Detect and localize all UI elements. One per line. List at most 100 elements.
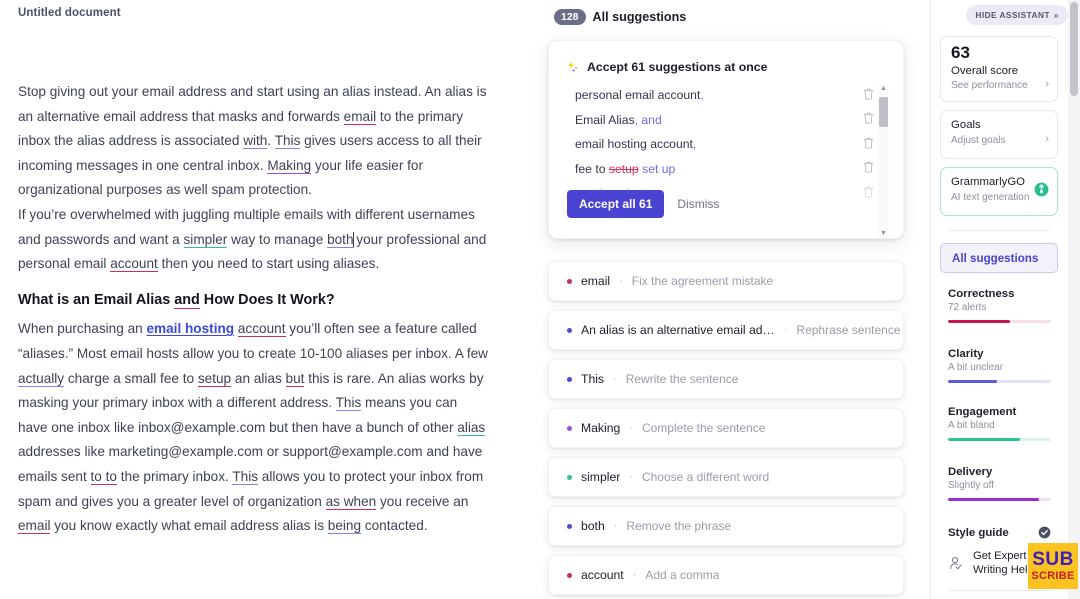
document-text-run: How Does It Work? xyxy=(199,291,335,308)
document-suggestion-underline[interactable]: being xyxy=(327,518,362,535)
document-suggestion-underline[interactable]: actually xyxy=(18,370,65,387)
overall-score-card[interactable]: 63 Overall score See performance › xyxy=(940,36,1058,102)
document-suggestion-underline[interactable]: This xyxy=(274,133,301,150)
assistant-sidebar: HIDE ASSISTANT » 63 Overall score See pe… xyxy=(930,0,1080,599)
suggestion-separator: · xyxy=(613,373,617,385)
document-suggestion-underline[interactable]: with xyxy=(243,133,268,150)
metric-engagement[interactable]: Engagement A bit bland xyxy=(948,406,1051,441)
grammarly-go-card[interactable]: GrammarlyGO AI text generation xyxy=(940,167,1058,216)
suggestion-separator: · xyxy=(613,520,618,532)
suggestion-card[interactable]: This · Rewrite the sentence xyxy=(548,359,904,399)
suggestion-type-dot xyxy=(567,376,572,382)
document-heading[interactable]: What is an Email Alias and How Does It W… xyxy=(18,288,488,313)
suggestion-separator: · xyxy=(632,569,637,581)
document-suggestion-underline[interactable]: This xyxy=(335,395,362,412)
document-suggestion-underline[interactable]: both xyxy=(327,231,354,248)
suggestion-word: An alias is an alternative email ad… xyxy=(581,323,775,337)
delete-suggestion-icon[interactable] xyxy=(862,111,875,128)
suggestion-word: Making xyxy=(581,421,621,435)
delete-suggestion-icon[interactable] xyxy=(862,160,875,177)
document-suggestion-underline[interactable]: account xyxy=(110,256,158,273)
document-suggestion-underline[interactable]: alias xyxy=(457,419,486,436)
scroll-down-arrow-icon[interactable]: ▼ xyxy=(880,230,887,238)
delete-suggestion-icon[interactable] xyxy=(862,185,875,198)
metric-clarity[interactable]: Clarity A bit unclear xyxy=(948,348,1051,383)
document-suggestion-underline[interactable]: email xyxy=(343,108,377,125)
accept-all-row-text: fee to setup set up xyxy=(575,161,676,176)
chevron-right-icon: › xyxy=(1045,78,1049,90)
document-paragraph-2[interactable]: If you’re overwhelmed with juggling mult… xyxy=(18,203,488,277)
document-text-run: the primary inbox. xyxy=(116,468,233,484)
document-suggestion-underline[interactable]: email xyxy=(18,518,51,535)
document-suggestion-underline[interactable]: as when xyxy=(325,493,377,510)
subscribe-overlay-badge: SUB SCRIBE xyxy=(1028,543,1078,589)
accept-all-button[interactable]: Accept all 61 xyxy=(567,190,665,218)
page-scrollbar-thumb[interactable] xyxy=(1070,2,1078,96)
accept-all-row[interactable]: Email Alias, and xyxy=(575,108,875,133)
document-suggestion-underline[interactable]: and xyxy=(174,291,200,309)
sparkle-icon xyxy=(567,61,580,74)
scroll-up-arrow-icon[interactable]: ▲ xyxy=(880,85,887,93)
suggestion-word: both xyxy=(581,519,605,533)
goals-card[interactable]: Goals Adjust goals › xyxy=(940,110,1058,159)
adjust-goals-label: Adjust goals xyxy=(951,135,1006,146)
accept-all-title-row: Accept 61 suggestions at once xyxy=(567,60,767,74)
suggestion-separator: · xyxy=(629,471,633,483)
check-circle-icon xyxy=(1038,526,1051,539)
document-suggestion-underline[interactable]: to to xyxy=(90,468,117,485)
metric-bar xyxy=(948,498,1051,501)
document-suggestion-underline[interactable]: Making xyxy=(267,157,312,174)
suggestion-card[interactable]: both · Remove the phrase xyxy=(548,506,904,546)
style-guide-row[interactable]: Style guide xyxy=(948,526,1051,539)
document-title[interactable]: Untitled document xyxy=(18,7,121,19)
document-suggestion-underline[interactable]: This xyxy=(232,468,259,485)
grammarly-editor-window: Untitled document Stop giving out your e… xyxy=(0,0,1080,599)
suggestion-card[interactable]: An alias is an alternative email ad… · Rep… xyxy=(548,310,904,350)
all-suggestions-button[interactable]: All suggestions xyxy=(940,243,1058,273)
expert-help-line1: Get Expert xyxy=(973,550,1027,562)
document-suggestion-underline[interactable]: but xyxy=(285,370,305,387)
page-scrollbar[interactable] xyxy=(1068,0,1080,599)
hide-assistant-button[interactable]: HIDE ASSISTANT » xyxy=(966,5,1068,25)
metric-correctness[interactable]: Correctness 72 alerts xyxy=(948,288,1051,323)
suggestion-card[interactable]: account · Add a comma xyxy=(548,555,904,595)
suggestion-word: account xyxy=(581,568,624,582)
document-suggestion-underline[interactable]: simpler xyxy=(183,231,228,248)
document-text-run: way to manage xyxy=(227,231,328,247)
suggestion-description: Rewrite the sentence xyxy=(625,372,739,386)
expert-help-text: Get Expert Writing Help xyxy=(973,550,1034,577)
metric-bar xyxy=(948,438,1051,441)
document-paragraph-1[interactable]: Stop giving out your email address and s… xyxy=(18,80,488,203)
accept-all-row[interactable]: email hosting account, xyxy=(575,132,875,157)
document-body[interactable]: Stop giving out your email address and s… xyxy=(18,80,488,539)
delete-suggestion-icon[interactable] xyxy=(862,136,875,153)
accept-all-row[interactable]: fee to setup set up xyxy=(575,157,875,182)
metric-value: 72 alerts xyxy=(948,302,987,313)
goals-title: Goals xyxy=(951,119,981,131)
suggestion-card[interactable]: email · Fix the agreement mistake xyxy=(548,261,904,301)
suggestion-card[interactable]: simpler · Choose a different word xyxy=(548,457,904,497)
scrollbar-thumb[interactable] xyxy=(879,97,888,127)
document-text-run: contacted. xyxy=(361,518,428,534)
overall-score-title: Overall score xyxy=(951,65,1019,77)
suggestion-word: simpler xyxy=(581,470,621,484)
suggestion-description: Complete the sentence xyxy=(641,421,766,435)
document-text-run: What is an Email Alias xyxy=(18,291,175,308)
accept-all-row-text: Email Alias, and xyxy=(575,112,662,127)
delete-suggestion-icon[interactable] xyxy=(862,87,875,104)
document-link[interactable]: email hosting xyxy=(146,321,234,336)
accept-all-title: Accept 61 suggestions at once xyxy=(587,60,768,74)
accept-all-row[interactable]: personal email account, xyxy=(575,83,875,108)
metric-delivery[interactable]: Delivery Slightly off xyxy=(948,466,1051,501)
chevron-double-right-icon: » xyxy=(1053,10,1059,20)
document-suggestion-underline[interactable]: setup xyxy=(197,370,232,387)
document-text-run: an alias xyxy=(231,370,286,386)
subscribe-line1: SUB xyxy=(1032,549,1074,570)
dismiss-button[interactable]: Dismiss xyxy=(677,197,719,211)
suggestion-card[interactable]: Making · Complete the sentence xyxy=(548,408,904,448)
suggestions-header: 128 All suggestions xyxy=(554,9,686,25)
document-paragraph-3[interactable]: When purchasing an email hosting account… xyxy=(18,317,488,538)
accept-list-scrollbar[interactable]: ▲ ▼ xyxy=(878,85,889,238)
accept-all-list[interactable]: personal email account, Email Alias, and e… xyxy=(575,83,875,198)
document-suggestion-underline[interactable]: account xyxy=(237,321,286,338)
